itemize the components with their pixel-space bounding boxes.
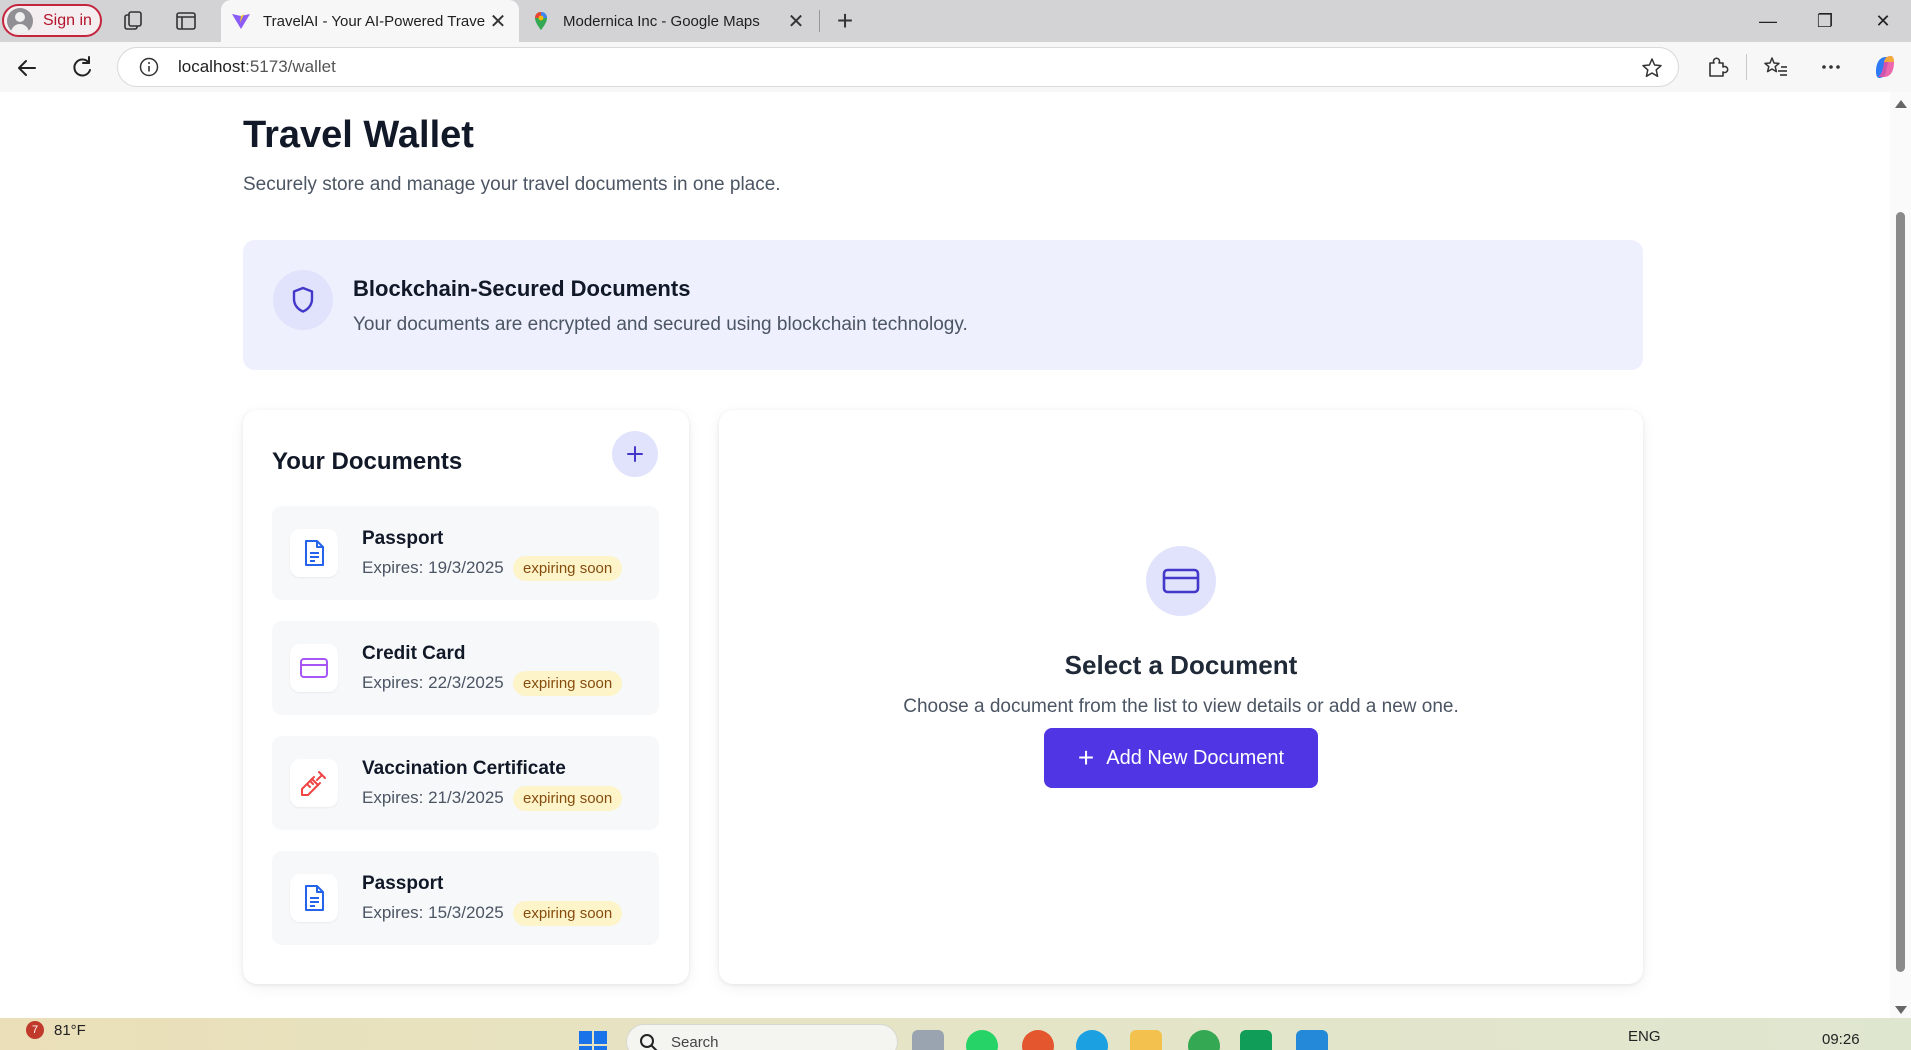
- app-icon[interactable]: [1240, 1030, 1272, 1050]
- document-item-credit-card[interactable]: Credit Card Expires: 22/3/2025 expiring …: [272, 621, 659, 715]
- whatsapp-icon[interactable]: [966, 1030, 998, 1050]
- scroll-down-icon[interactable]: [1895, 1006, 1907, 1014]
- tab-travelai[interactable]: TravelAI - Your AI-Powered Travel Compan…: [221, 0, 519, 42]
- sign-in-button[interactable]: Sign in: [2, 4, 102, 37]
- temperature: 81°F: [54, 1021, 86, 1039]
- chrome-profile-icon[interactable]: [1022, 1030, 1054, 1050]
- expiry-status-badge: expiring soon: [513, 901, 623, 926]
- documents-panel: Your Documents Passport Expires: 19/3/20…: [243, 410, 689, 984]
- empty-state-description: Choose a document from the list to view …: [903, 696, 1459, 717]
- more-options-icon[interactable]: [1816, 52, 1846, 82]
- tab-google-maps[interactable]: Modernica Inc - Google Maps ✕: [521, 0, 817, 42]
- favorite-star-icon[interactable]: [1640, 56, 1664, 80]
- folder-icon[interactable]: [1130, 1030, 1162, 1050]
- workspaces-icon[interactable]: [120, 8, 146, 34]
- document-name: Credit Card: [362, 643, 466, 664]
- address-toolbar: localhost:5173/wallet: [0, 42, 1911, 92]
- scrollbar-thumb[interactable]: [1896, 212, 1905, 972]
- tab-separator: [819, 10, 820, 32]
- document-icon-wrap: [290, 874, 338, 922]
- plus-icon: [627, 446, 643, 462]
- document-expiry: Expires: 22/3/2025: [362, 673, 504, 692]
- search-icon: [640, 1034, 658, 1050]
- credit-card-icon: [1162, 568, 1200, 594]
- expiry-status-badge: expiring soon: [513, 671, 623, 696]
- page-viewport: Travel Wallet Securely store and manage …: [0, 92, 1890, 1018]
- plus-icon: +: [1077, 742, 1095, 773]
- restore-icon[interactable]: ❐: [1797, 0, 1853, 42]
- document-expiry: Expires: 21/3/2025: [362, 788, 504, 807]
- documents-heading: Your Documents: [272, 448, 463, 475]
- url-host: localhost: [178, 57, 246, 76]
- browser-tab-bar: Sign in TravelAI - Your AI-Powered Trave…: [0, 0, 1911, 42]
- favorites-icon[interactable]: [1761, 52, 1791, 82]
- document-detail-panel: Select a Document Choose a document from…: [719, 410, 1643, 984]
- document-name: Vaccination Certificate: [362, 758, 566, 779]
- scroll-up-icon[interactable]: [1895, 100, 1907, 108]
- shield-icon-wrap: [273, 270, 333, 330]
- credit-card-icon: [300, 658, 328, 678]
- security-banner: Blockchain-Secured Documents Your docume…: [243, 240, 1643, 370]
- file-text-icon: [305, 885, 324, 911]
- card-icon-wrap: [1146, 546, 1216, 616]
- banner-title: Blockchain-Secured Documents: [353, 276, 691, 301]
- search-placeholder: Search: [671, 1034, 719, 1050]
- close-tab-icon[interactable]: ✕: [485, 8, 511, 34]
- tab-title: TravelAI - Your AI-Powered Travel Compan…: [263, 12, 485, 30]
- add-document-button[interactable]: [612, 431, 658, 477]
- url-path: :5173/wallet: [245, 57, 336, 76]
- document-icon-wrap: [290, 759, 338, 807]
- copilot-icon[interactable]: [1870, 52, 1900, 82]
- refresh-icon[interactable]: [66, 52, 98, 84]
- weather-badge: 7: [26, 1021, 44, 1039]
- page-title: Travel Wallet: [243, 114, 474, 156]
- weather-widget[interactable]: 7 81°F: [26, 1021, 86, 1039]
- tab-title: Modernica Inc - Google Maps: [563, 12, 760, 30]
- document-item-vaccination-certificate[interactable]: Vaccination Certificate Expires: 21/3/20…: [272, 736, 659, 830]
- edge-icon[interactable]: [1076, 1030, 1108, 1050]
- file-explorer-stack-icon[interactable]: [912, 1030, 944, 1050]
- document-expiry: Expires: 15/3/2025: [362, 903, 504, 922]
- vertical-tabs-icon[interactable]: [173, 8, 199, 34]
- document-name: Passport: [362, 873, 444, 894]
- sign-in-label: Sign in: [43, 11, 92, 29]
- document-item-passport[interactable]: Passport Expires: 15/3/2025 expiring soo…: [272, 851, 659, 945]
- document-name: Passport: [362, 528, 444, 549]
- profile-avatar-icon: [7, 7, 33, 34]
- file-text-icon: [305, 540, 324, 566]
- syringe-icon: [301, 771, 326, 796]
- vite-favicon-icon: [232, 14, 250, 29]
- shield-icon: [292, 286, 314, 313]
- taskbar-search[interactable]: Search: [626, 1024, 898, 1050]
- url-text[interactable]: localhost:5173/wallet: [178, 57, 336, 77]
- expiry-status-badge: expiring soon: [513, 786, 623, 811]
- language-indicator[interactable]: ENG: [1628, 1028, 1661, 1045]
- add-new-document-label: Add New Document: [1106, 746, 1285, 769]
- page-subtitle: Securely store and manage your travel do…: [243, 174, 781, 195]
- windows-taskbar: 7 81°F Search ENG 09:26: [0, 1018, 1911, 1050]
- address-bar[interactable]: localhost:5173/wallet: [117, 47, 1679, 87]
- vscode-icon[interactable]: [1296, 1030, 1328, 1050]
- document-item-passport[interactable]: Passport Expires: 19/3/2025 expiring soo…: [272, 506, 659, 600]
- close-tab-icon[interactable]: ✕: [783, 8, 809, 34]
- site-info-icon[interactable]: [138, 56, 160, 78]
- empty-state-title: Select a Document: [1064, 650, 1298, 680]
- document-icon-wrap: [290, 529, 338, 577]
- close-window-icon[interactable]: ✕: [1855, 0, 1911, 42]
- document-expiry: Expires: 19/3/2025: [362, 558, 504, 577]
- toolbar-separator: [1746, 54, 1747, 80]
- clock[interactable]: 09:26: [1822, 1031, 1860, 1048]
- expiry-status-badge: expiring soon: [513, 556, 623, 581]
- banner-text: Your documents are encrypted and secured…: [353, 314, 968, 335]
- extensions-icon[interactable]: [1702, 52, 1732, 82]
- page-scrollbar[interactable]: [1890, 92, 1911, 1018]
- new-tab-icon[interactable]: +: [830, 5, 860, 36]
- google-maps-favicon-icon: [535, 12, 547, 30]
- windows-start-icon[interactable]: [578, 1030, 608, 1050]
- chrome-icon[interactable]: [1188, 1030, 1220, 1050]
- back-icon[interactable]: [11, 52, 43, 84]
- add-new-document-button[interactable]: + Add New Document: [1044, 728, 1318, 788]
- minimize-icon[interactable]: —: [1740, 0, 1796, 42]
- document-icon-wrap: [290, 644, 338, 692]
